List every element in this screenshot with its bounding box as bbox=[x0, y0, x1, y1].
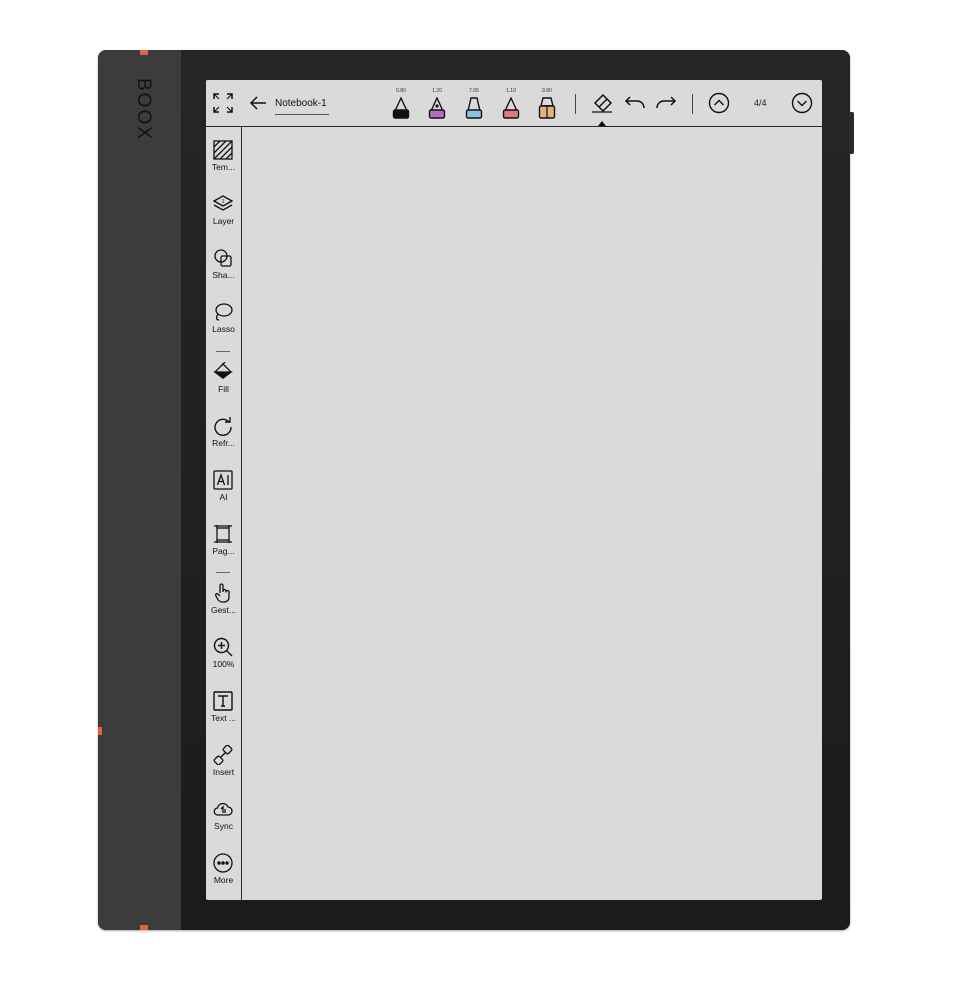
pen-width: 1.20 bbox=[432, 88, 442, 94]
sidebar-item-template[interactable]: Tem... bbox=[206, 134, 241, 182]
sidebar-item-label: Layer bbox=[212, 216, 235, 226]
refresh-icon bbox=[214, 417, 232, 436]
layers-icon: 1 bbox=[213, 195, 233, 211]
accent-strip-left bbox=[98, 727, 102, 735]
pen-slot-3[interactable]: 7.05 bbox=[464, 88, 484, 122]
sidebar-item-text[interactable]: Text ... bbox=[206, 685, 241, 733]
arrow-left-icon[interactable] bbox=[249, 95, 267, 111]
sidebar-item-label: Insert bbox=[212, 767, 235, 777]
sidebar-item-label: Pag... bbox=[212, 546, 235, 556]
sidebar-item-label: Refr... bbox=[212, 438, 235, 448]
sidebar-item-label: Text ... bbox=[210, 713, 237, 723]
pen-slot-5[interactable]: 9.80 bbox=[537, 88, 557, 122]
left-toolbar: Tem... 1 Layer Sha... Lasso Fill Refr...… bbox=[206, 126, 242, 900]
template-icon bbox=[213, 140, 233, 160]
svg-text:1: 1 bbox=[222, 199, 225, 205]
sidebar-item-more[interactable]: More bbox=[206, 847, 241, 895]
pen-width: 9.80 bbox=[542, 88, 552, 94]
more-icon bbox=[213, 853, 233, 873]
fullscreen-icon[interactable] bbox=[213, 93, 233, 113]
page-icon bbox=[214, 525, 232, 543]
text-box-icon bbox=[213, 691, 233, 711]
brand-logo: BOOX bbox=[133, 78, 154, 141]
page-indicator: 4/4 bbox=[754, 98, 767, 108]
sidebar-item-insert[interactable]: Insert bbox=[206, 739, 241, 787]
sidebar-item-zoom[interactable]: 100% bbox=[206, 631, 241, 679]
sidebar-item-page[interactable]: Pag... bbox=[206, 518, 241, 566]
sidebar-item-label: Gest... bbox=[210, 605, 237, 615]
ai-icon bbox=[213, 470, 233, 490]
sidebar-item-ai[interactable]: AI bbox=[206, 464, 241, 512]
link-insert-icon bbox=[213, 745, 233, 765]
sidebar-item-lasso[interactable]: Lasso bbox=[206, 296, 241, 344]
pen-icon bbox=[428, 97, 446, 119]
sidebar-item-label: Sync bbox=[214, 821, 233, 831]
pen-slot-2[interactable]: 1.20 bbox=[427, 88, 447, 122]
title-underline bbox=[275, 114, 329, 115]
accent-strip-bottom bbox=[140, 925, 148, 930]
pen-width: 7.05 bbox=[469, 88, 479, 94]
pen-slot-4[interactable]: 1.10 bbox=[501, 88, 521, 122]
toolbar-separator bbox=[575, 94, 576, 114]
chevron-up-circle-icon[interactable] bbox=[708, 92, 730, 114]
zoom-in-icon bbox=[213, 637, 233, 657]
notebook-title[interactable]: Notebook-1 bbox=[275, 98, 327, 109]
power-button[interactable] bbox=[849, 112, 854, 154]
pen-width: 1.10 bbox=[506, 88, 516, 94]
brush-icon bbox=[538, 97, 556, 119]
gesture-hand-icon bbox=[214, 583, 230, 603]
sidebar-item-label: Lasso bbox=[212, 324, 235, 334]
sidebar-item-sync[interactable]: Sync bbox=[206, 793, 241, 841]
sidebar-item-label: 100% bbox=[212, 659, 235, 669]
sidebar-separator bbox=[216, 351, 230, 352]
fill-bucket-icon bbox=[213, 362, 233, 379]
pen-width: 0.80 bbox=[396, 88, 406, 94]
sidebar-item-gesture[interactable]: Gest... bbox=[206, 577, 241, 625]
fountain-pen-icon bbox=[392, 97, 410, 119]
sidebar-item-label: AI bbox=[219, 492, 228, 502]
sidebar-item-label: Sha... bbox=[212, 270, 235, 280]
lasso-icon bbox=[215, 303, 233, 321]
undo-icon[interactable] bbox=[624, 95, 646, 111]
pen-slot-1[interactable]: 0.80 bbox=[391, 88, 411, 122]
toolbar-separator bbox=[692, 94, 693, 114]
device-spine: BOOX bbox=[98, 50, 181, 930]
sidebar-item-layer[interactable]: 1 Layer bbox=[206, 188, 241, 236]
sidebar-item-shapes[interactable]: Sha... bbox=[206, 242, 241, 290]
sidebar-separator bbox=[216, 572, 230, 573]
top-toolbar: Notebook-1 0.80 1.20 7.05 1.10 9.80 4/4 bbox=[206, 80, 822, 127]
drawing-canvas[interactable] bbox=[242, 127, 822, 900]
sidebar-item-label: More bbox=[213, 875, 234, 885]
chevron-down-circle-icon[interactable] bbox=[791, 92, 813, 114]
pencil-icon bbox=[502, 97, 520, 119]
redo-icon[interactable] bbox=[655, 95, 677, 111]
eraser-icon[interactable] bbox=[591, 93, 613, 113]
sidebar-item-fill[interactable]: Fill bbox=[206, 356, 241, 404]
shapes-icon bbox=[214, 249, 232, 267]
active-tool-indicator bbox=[598, 121, 606, 126]
cloud-sync-icon bbox=[213, 802, 233, 816]
sidebar-item-refresh[interactable]: Refr... bbox=[206, 410, 241, 458]
sidebar-item-label: Tem... bbox=[211, 162, 236, 172]
accent-strip-top bbox=[140, 50, 148, 55]
sidebar-item-label: Fill bbox=[218, 384, 229, 394]
marker-icon bbox=[465, 97, 483, 119]
screen: Notebook-1 0.80 1.20 7.05 1.10 9.80 4/4 … bbox=[206, 80, 822, 900]
